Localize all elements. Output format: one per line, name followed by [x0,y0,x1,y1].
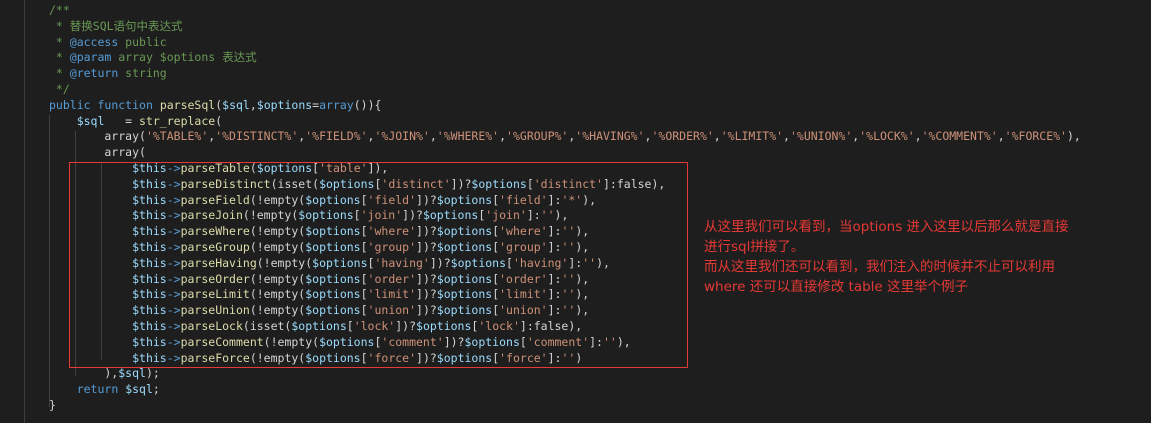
code-token: @access [69,34,119,49]
code-token: '%GROUP%' [506,129,569,144]
code-token: array [319,97,354,112]
code-line[interactable]: } [0,398,1081,414]
code-token: '%FIELD%' [305,129,368,144]
code-line[interactable]: */ [0,82,1081,98]
code-token: @return [69,66,119,81]
code-token: return [76,382,119,397]
code-token: , [499,129,507,144]
code-token: '%HAVING%' [575,129,645,144]
code-token: * 替换SQL语句中表达式 [49,18,183,33]
code-token: '%FORCE%' [1004,129,1067,144]
code-line[interactable]: /** [0,3,1081,19]
code-token: ), [1066,129,1081,144]
annotation-line-3: 而从这里我们还可以看到，我们注入的时候并不止可以利用 [704,259,1055,275]
code-token: , [997,129,1005,144]
annotation-line-1: 从这里我们可以看到，当options 进入这里以后那么就是直接 [704,219,1069,235]
code-line[interactable]: array('%TABLE%','%DISTINCT%','%FIELD%','… [0,129,1081,145]
code-token: * [49,66,70,81]
code-token: '%TABLE%' [145,129,209,144]
code-token: array( [49,145,146,160]
annotation-line-4: where 还可以直接修改 table 这里举个例子 [704,279,969,295]
code-token: , [249,97,257,112]
code-token: parseSql [159,97,216,112]
code-token: = [104,113,140,128]
code-token: '%UNION%' [789,129,853,144]
annotation-note: 从这里我们可以看到，当options 进入这里以后那么就是直接 进行sql拼接了… [704,217,1144,297]
highlight-box [69,162,688,368]
code-token: array( [49,129,146,144]
annotation-line-2: 进行sql拼接了。 [704,239,805,255]
code-token: '%DISTINCT%' [215,129,299,144]
code-token: } [49,397,56,412]
code-token: ); [145,366,160,381]
code-token: , [783,129,790,144]
code-token: '%LOCK%' [859,129,915,144]
code-token: string [118,66,167,81]
code-line[interactable]: public function parseSql($sql,$options=a… [0,98,1081,114]
code-token: $sql [118,366,146,381]
code-token: , [914,129,922,144]
code-line[interactable]: ),$sql); [0,366,1081,382]
code-token: ()){ [353,97,382,112]
code-token: $options [256,97,313,112]
code-token: public [49,97,91,112]
code-token: , [713,129,721,144]
code-token: ; [152,382,160,397]
code-line[interactable]: $sql = str_replace( [0,114,1081,130]
code-token: $sql [222,97,250,112]
code-line[interactable]: * @return string [0,66,1081,82]
code-token: '%COMMENT%' [921,129,998,144]
code-token: '%ORDER%' [651,129,714,144]
code-line[interactable]: * 替换SQL语句中表达式 [0,19,1081,35]
code-token: /** [49,3,70,17]
code-token: $sql [76,113,105,128]
code-token: */ [49,81,70,96]
code-line[interactable]: array( [0,145,1081,161]
code-line[interactable]: * @access public [0,35,1081,51]
code-token: public [118,34,167,49]
code-token: * [49,50,70,65]
code-token: '%LIMIT%' [720,129,784,144]
code-token: ), [49,366,119,381]
code-token: array $options 表达式 [111,50,257,65]
code-token: ( [215,113,223,128]
code-token: @param [69,50,112,65]
code-token: * [49,34,70,49]
code-editor[interactable]: /** * 替换SQL语句中表达式 * @access public * @pa… [0,0,1151,423]
code-line[interactable]: return $sql; [0,382,1081,398]
code-token: $sql [125,382,153,397]
code-line[interactable]: * @param array $options 表达式 [0,50,1081,66]
code-token: , [429,129,437,144]
code-token: str_replace [139,113,216,128]
code-token: '%WHERE%' [436,129,500,144]
code-token: '%JOIN%' [374,129,430,144]
code-token: function [97,97,153,112]
